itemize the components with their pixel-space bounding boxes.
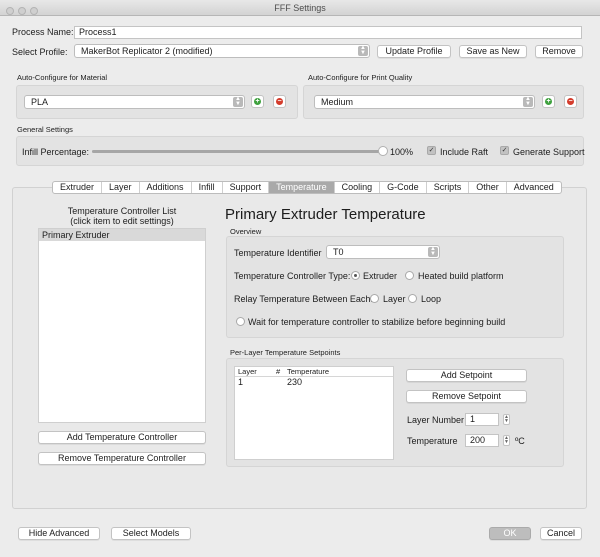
update-profile-button[interactable]: Update Profile [377,45,451,58]
extruder-radio[interactable] [351,271,360,280]
add-quality-button[interactable]: + [542,95,555,108]
layer-number-input[interactable]: 1 [465,413,499,426]
ok-button[interactable]: OK [489,527,531,540]
relay-loop-radio-label: Loop [421,294,442,304]
extruder-radio-label: Extruder [363,271,398,281]
infill-slider-fill [92,150,384,153]
generate-support-checkbox[interactable]: ✓ [500,146,509,155]
controller-list-item[interactable]: Primary Extruder [39,229,205,241]
tab-temperature[interactable]: Temperature [269,182,335,193]
profile-select-value: MakerBot Replicator 2 (modified) [81,46,213,56]
remove-material-button[interactable]: − [273,95,286,108]
quality-select-value: Medium [321,97,354,107]
table-row[interactable]: 1 230 [235,377,393,388]
remove-quality-button[interactable]: − [564,95,577,108]
wait-stabilize-checkbox[interactable] [236,317,245,326]
infill-percentage-label: Infill Percentage: [22,147,90,157]
process-name-label: Process Name: [12,27,74,37]
general-settings-label: General Settings [17,125,73,134]
window-controls [6,4,42,20]
temperature-identifier-select[interactable]: T0 ▲ ▼ [326,245,440,259]
setpoints-group-label: Per-Layer Temperature Setpoints [230,348,341,357]
select-profile-label: Select Profile: [12,47,68,57]
process-name-input[interactable]: Process1 [74,26,582,39]
tab-cooling[interactable]: Cooling [335,182,381,193]
generate-support-label: Generate Support [513,147,585,157]
remove-profile-button[interactable]: Remove [535,45,583,58]
plus-icon: + [545,98,552,105]
infill-slider-thumb[interactable] [378,146,388,156]
tab-additions[interactable]: Additions [140,182,192,193]
tab-support[interactable]: Support [223,182,270,193]
setpoints-table[interactable]: Layer # Temperature 1 230 [234,366,394,460]
minus-icon: − [276,98,283,105]
minus-icon: − [567,98,574,105]
infill-percentage-value: 100% [390,147,414,157]
chevron-updown-icon: ▲ ▼ [523,96,533,107]
table-cell-layer: 1 [238,377,244,387]
tab-advanced[interactable]: Advanced [507,182,561,193]
material-group-label: Auto-Configure for Material [17,73,108,82]
include-raft-checkbox[interactable]: ✓ [427,146,436,155]
relay-loop-radio[interactable] [408,294,417,303]
chevron-updown-icon: ▲ ▼ [233,96,243,107]
plus-icon: + [254,98,261,105]
controller-list-subtitle: (click item to edit settings) [70,216,174,226]
tab-other[interactable]: Other [469,182,507,193]
controller-type-label: Temperature Controller Type: [234,271,351,281]
chevron-updown-icon: ▲ ▼ [428,246,438,257]
tab-infill[interactable]: Infill [192,182,223,193]
select-models-button[interactable]: Select Models [111,527,191,540]
relay-layer-radio-label: Layer [383,294,406,304]
heated-build-platform-radio[interactable] [405,271,414,280]
relay-temperature-label: Relay Temperature Between Each: [234,294,373,304]
tab-layer[interactable]: Layer [102,182,140,193]
relay-layer-radio[interactable] [370,294,379,303]
profile-select[interactable]: MakerBot Replicator 2 (modified) ▲ ▼ [74,44,370,58]
heated-build-platform-radio-label: Heated build platform [418,271,504,281]
title-bar: FFF Settings [0,0,600,16]
tab-extruder[interactable]: Extruder [53,182,103,193]
hide-advanced-button[interactable]: Hide Advanced [18,527,100,540]
add-setpoint-button[interactable]: Add Setpoint [406,369,527,382]
material-select[interactable]: PLA ▲ ▼ [24,95,245,109]
infill-slider[interactable] [92,146,388,156]
temperature-identifier-value: T0 [333,247,344,257]
controller-list-title: Temperature Controller List [67,206,177,216]
minimize-window-button[interactable] [18,7,26,15]
wait-stabilize-label: Wait for temperature controller to stabi… [248,317,506,327]
settings-tabs: Extruder Layer Additions Infill Support Tempe… [52,181,562,194]
setpoint-temperature-stepper[interactable]: ▲ ▼ [503,435,510,446]
tab-g-code[interactable]: G-Code [380,182,427,193]
column-header-layer[interactable]: Layer [238,367,257,377]
table-cell-temperature: 230 [287,377,303,387]
zoom-window-button[interactable] [30,7,38,15]
temperature-unit-label: ºC [515,436,525,446]
material-select-value: PLA [31,97,49,107]
overview-group-label: Overview [230,227,262,236]
quality-select[interactable]: Medium ▲ ▼ [314,95,535,109]
setpoints-table-header: Layer # Temperature [235,367,393,377]
setpoint-temperature-label: Temperature [407,436,458,446]
quality-group-label: Auto-Configure for Print Quality [308,73,413,82]
remove-setpoint-button[interactable]: Remove Setpoint [406,390,527,403]
close-window-button[interactable] [6,7,14,15]
detail-heading: Primary Extruder Temperature [225,206,426,223]
cancel-button[interactable]: Cancel [540,527,582,540]
setpoint-temperature-input[interactable]: 200 [465,434,499,447]
layer-number-label: Layer Number [407,415,465,425]
column-header-temperature[interactable]: Temperature [287,367,329,377]
save-as-new-button[interactable]: Save as New [459,45,527,58]
window-title: FFF Settings [274,3,326,13]
controller-list[interactable]: Primary Extruder [38,228,206,423]
layer-number-stepper[interactable]: ▲ ▼ [503,414,510,425]
remove-temperature-controller-button[interactable]: Remove Temperature Controller [38,452,206,465]
temperature-identifier-label: Temperature Identifier [234,248,322,258]
add-material-button[interactable]: + [251,95,264,108]
tab-scripts[interactable]: Scripts [427,182,470,193]
include-raft-label: Include Raft [440,147,489,157]
column-header-sort[interactable]: # [276,367,280,377]
chevron-updown-icon: ▲ ▼ [358,45,368,56]
add-temperature-controller-button[interactable]: Add Temperature Controller [38,431,206,444]
